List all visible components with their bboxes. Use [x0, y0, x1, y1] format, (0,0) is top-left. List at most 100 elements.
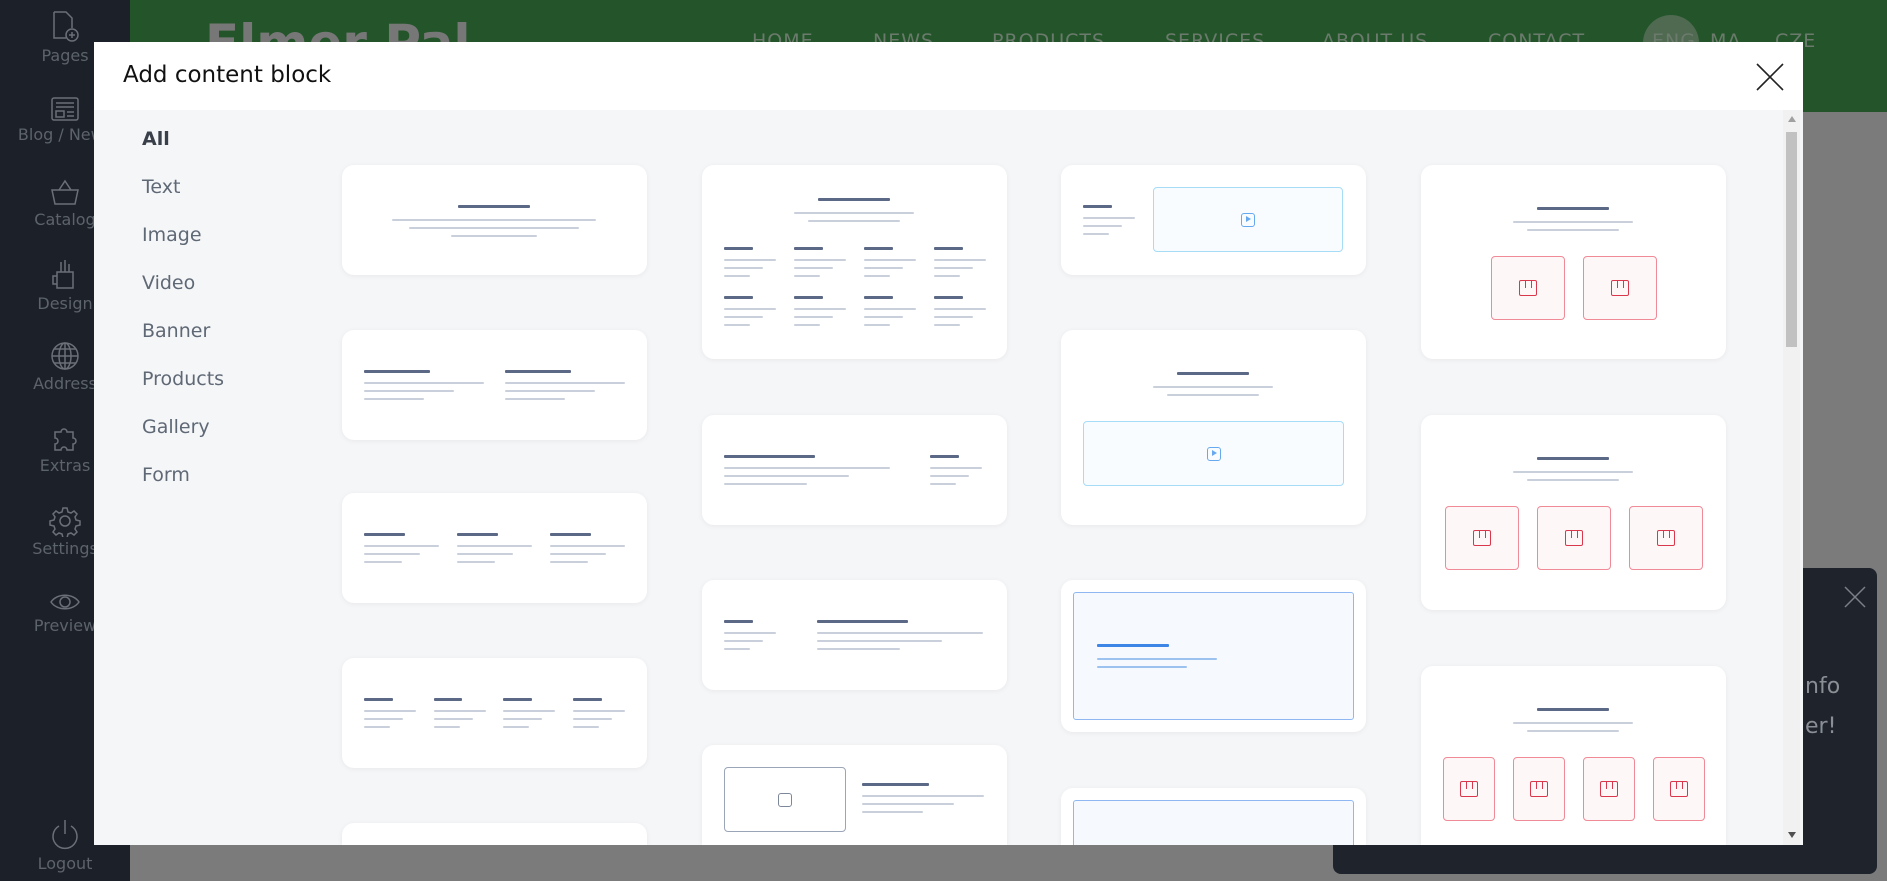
content-block-banner[interactable]	[1061, 580, 1366, 732]
placeholder-line	[364, 726, 390, 728]
content-block-blank[interactable]	[342, 823, 647, 845]
category-video[interactable]: Video	[142, 272, 195, 294]
placeholder-line	[550, 545, 625, 547]
add-content-block-modal: Add content block All Text Image Video Banne…	[94, 42, 1803, 845]
close-icon[interactable]	[1755, 62, 1785, 92]
placeholder-line	[817, 640, 942, 642]
category-products[interactable]: Products	[142, 368, 224, 390]
product-box-icon	[1669, 781, 1688, 797]
placeholder-line	[1527, 479, 1619, 481]
product-placeholder	[1512, 757, 1565, 821]
placeholder-line	[364, 545, 439, 547]
play-icon	[1241, 212, 1255, 227]
placeholder-line	[724, 620, 753, 623]
placeholder-line	[505, 382, 625, 384]
category-gallery[interactable]: Gallery	[142, 416, 210, 438]
globe-icon	[51, 342, 79, 370]
notification-text-1: nfo	[1805, 674, 1841, 699]
placeholder-line	[1177, 372, 1249, 375]
placeholder-line	[794, 308, 846, 310]
placeholder-line	[503, 698, 532, 701]
banner-placeholder	[1073, 800, 1354, 845]
placeholder-line	[364, 382, 484, 384]
content-block-prods-2[interactable]	[1421, 165, 1726, 359]
product-placeholder	[1536, 506, 1611, 570]
placeholder-line	[550, 553, 607, 555]
content-block-bannerTop[interactable]	[1061, 788, 1366, 845]
category-all[interactable]: All	[142, 128, 170, 150]
image-placeholder	[724, 767, 846, 832]
placeholder-line	[550, 533, 592, 536]
content-block-narrowWide[interactable]	[702, 580, 1007, 690]
product-placeholder	[1582, 757, 1635, 821]
placeholder-line	[505, 390, 595, 392]
product-placeholder	[1490, 256, 1565, 320]
content-block-cols-4[interactable]	[342, 658, 647, 768]
placeholder-line	[1167, 394, 1259, 396]
placeholder-line	[724, 308, 776, 310]
placeholder-line	[1083, 233, 1109, 235]
placeholder-line	[930, 483, 956, 485]
notification-close-icon[interactable]	[1843, 585, 1867, 609]
placeholder-line	[934, 308, 986, 310]
product-placeholder	[1442, 757, 1495, 821]
placeholder-line	[1537, 207, 1609, 210]
category-banner[interactable]: Banner	[142, 320, 210, 342]
placeholder-line	[930, 475, 969, 477]
content-block-videoCenter[interactable]	[1061, 330, 1366, 525]
placeholder-line	[794, 275, 820, 277]
placeholder-line	[724, 275, 750, 277]
content-block-cols-2[interactable]	[342, 330, 647, 440]
placeholder-line	[1083, 217, 1135, 219]
category-text[interactable]: Text	[142, 176, 180, 198]
category-image[interactable]: Image	[142, 224, 202, 246]
category-form[interactable]: Form	[142, 464, 190, 486]
placeholder-line	[934, 267, 973, 269]
placeholder-line	[724, 648, 750, 650]
placeholder-line	[550, 561, 588, 563]
placeholder-line	[392, 219, 596, 221]
content-block-imageText[interactable]	[702, 745, 1007, 845]
placeholder-line	[794, 267, 833, 269]
scroll-down-arrow-icon[interactable]	[1788, 832, 1796, 838]
placeholder-line	[817, 632, 983, 634]
placeholder-line	[1513, 471, 1633, 473]
product-box-icon	[1656, 530, 1675, 546]
banner-placeholder	[1073, 592, 1354, 720]
placeholder-line	[433, 710, 486, 712]
placeholder-line	[818, 198, 890, 201]
placeholder-line	[934, 247, 963, 250]
placeholder-line	[1097, 658, 1217, 660]
content-block-cols-3[interactable]	[342, 493, 647, 603]
placeholder-line	[1537, 457, 1609, 460]
content-block-prods-3[interactable]	[1421, 415, 1726, 610]
placeholder-line	[794, 324, 820, 326]
scrollbar-thumb[interactable]	[1786, 132, 1797, 347]
placeholder-line	[1083, 225, 1122, 227]
content-block-center[interactable]	[342, 165, 647, 275]
placeholder-line	[457, 553, 514, 555]
placeholder-line	[864, 316, 903, 318]
product-box-icon	[1529, 781, 1548, 797]
placeholder-line	[503, 718, 543, 720]
placeholder-line	[930, 467, 982, 469]
placeholder-line	[364, 533, 406, 536]
content-block-grid[interactable]	[702, 165, 1007, 359]
placeholder-line	[862, 795, 984, 797]
placeholder-line	[724, 296, 753, 299]
scrollbar[interactable]	[1783, 110, 1800, 845]
eye-icon	[50, 594, 80, 610]
placeholder-line	[364, 698, 393, 701]
content-block-videoSide[interactable]	[1061, 165, 1366, 275]
content-block-prods-4[interactable]	[1421, 666, 1726, 845]
placeholder-line	[503, 726, 530, 728]
placeholder-line	[1537, 708, 1609, 711]
placeholder-line	[1083, 205, 1112, 208]
video-placeholder	[1083, 421, 1344, 486]
content-block-wideNarrow[interactable]	[702, 415, 1007, 525]
placeholder-line	[794, 259, 846, 261]
placeholder-line	[573, 698, 602, 701]
scroll-up-arrow-icon[interactable]	[1788, 116, 1796, 122]
notification-text-2: er!	[1805, 714, 1837, 739]
placeholder-line	[724, 247, 753, 250]
